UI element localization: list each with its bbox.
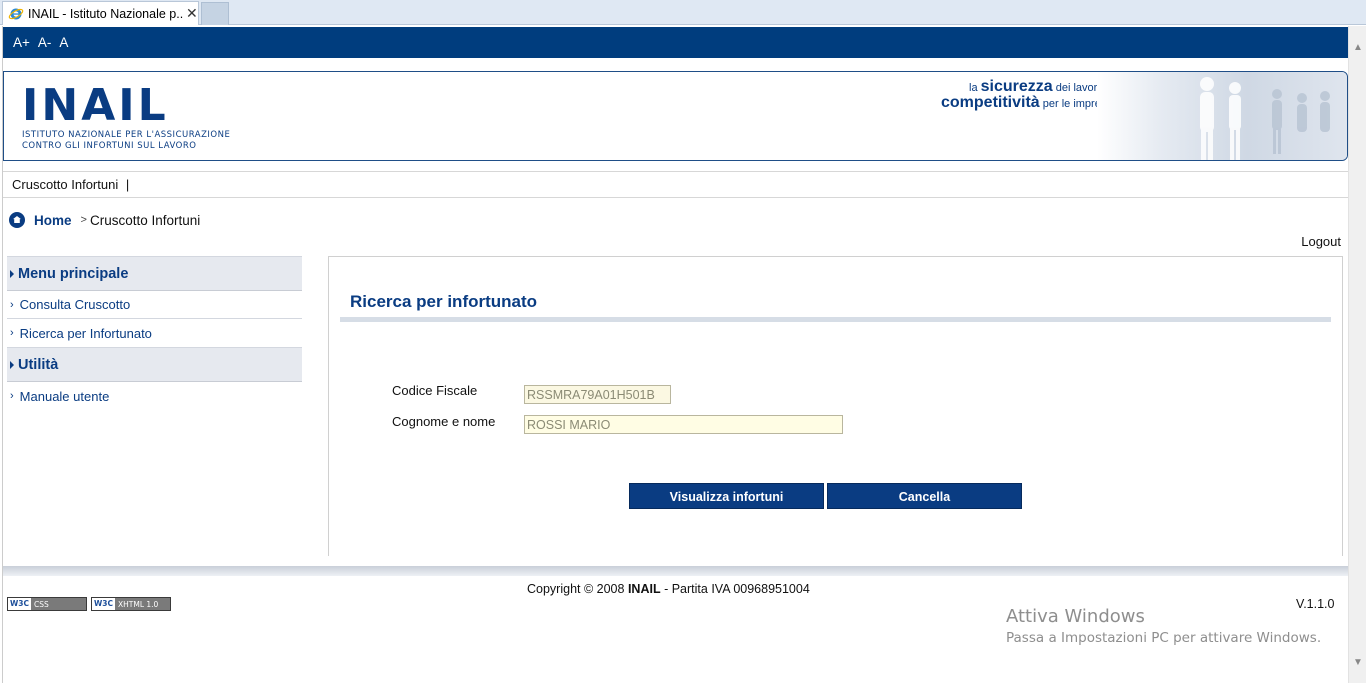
badge-xhtml-label: XHTML 1.0 [118, 599, 159, 609]
nav-separator: | [125, 177, 130, 192]
cancella-button[interactable]: Cancella [827, 483, 1022, 509]
vertical-scrollbar[interactable]: ▲ ▼ [1348, 26, 1366, 683]
scroll-down-icon[interactable]: ▼ [1352, 657, 1364, 669]
breadcrumb-separator: > [80, 214, 87, 226]
badge-css-label: CSS [34, 599, 49, 609]
chevron-right-icon: › [10, 298, 14, 311]
copyright-suffix: - Partita IVA 00968951004 [664, 582, 810, 596]
browser-tab-title: INAIL - Istituto Nazionale p... [28, 6, 184, 21]
footer-bar [3, 566, 1348, 576]
font-decrease-button[interactable]: A- [38, 35, 52, 50]
logo-wordmark: INAIL [22, 80, 169, 131]
sidebar: Menu principale › Consulta Cruscotto › R… [7, 256, 302, 410]
browser-tab-strip: INAIL - Istituto Nazionale p... ✕ [0, 0, 1366, 25]
visualizza-infortuni-button[interactable]: Visualizza infortuni [629, 483, 824, 509]
copyright-brand: INAIL [627, 582, 661, 596]
windows-activation-watermark: Attiva Windows Passa a Impostazioni PC p… [1006, 606, 1321, 646]
sidebar-item-label: Consulta Cruscotto [19, 297, 131, 312]
slogan-competitivita: competitività [941, 94, 1040, 111]
triangle-right-icon [10, 269, 14, 278]
inail-logo[interactable]: INAIL ISTITUTO NAZIONALE PER L'ASSICURAZ… [22, 84, 230, 152]
sidebar-item-consulta-cruscotto[interactable]: › Consulta Cruscotto [7, 291, 302, 319]
site-header: INAIL ISTITUTO NAZIONALE PER L'ASSICURAZ… [3, 71, 1348, 161]
font-increase-button[interactable]: A+ [13, 35, 30, 50]
chevron-right-icon: › [10, 327, 14, 339]
sidebar-item-manuale-utente[interactable]: › Manuale utente [7, 382, 302, 410]
search-panel: Ricerca per infortunato Codice Fiscale C… [328, 256, 1343, 556]
w3c-xhtml-badge[interactable]: W3C XHTML 1.0 [91, 597, 171, 611]
slogan-la: la [969, 82, 978, 94]
home-icon[interactable] [9, 212, 25, 228]
logo-subtitle-line1: ISTITUTO NAZIONALE PER L'ASSICURAZIONE [22, 130, 231, 140]
activation-title: Attiva Windows [1006, 606, 1145, 627]
sidebar-item-label: Ricerca per Infortunato [19, 325, 152, 341]
triangle-right-icon [10, 360, 14, 369]
logout-link[interactable]: Logout [1301, 234, 1341, 249]
chevron-right-icon: › [10, 390, 14, 402]
codice-fiscale-label: Codice Fiscale [392, 383, 478, 398]
sidebar-item-ricerca-infortunato[interactable]: › Ricerca per Infortunato [7, 319, 302, 347]
cognome-nome-label: Cognome e nome [392, 414, 496, 429]
w3c-logo-icon: W3C [92, 598, 115, 610]
codice-fiscale-field[interactable] [524, 385, 671, 404]
copyright-prefix: Copyright © 2008 [527, 582, 625, 596]
sidebar-utilita[interactable]: Utilità [7, 347, 302, 382]
page-title: Ricerca per infortunato [350, 292, 538, 311]
site-nav: Cruscotto Infortuni | [3, 171, 1348, 198]
close-tab-icon[interactable]: ✕ [186, 5, 198, 22]
people-silhouettes-icon [1200, 77, 1330, 160]
copyright: Copyright © 2008 INAIL - Partita IVA 009… [527, 582, 810, 596]
sidebar-item-label: Manuale utente [19, 388, 110, 404]
accessibility-bar: A+ A- A [3, 27, 1348, 58]
w3c-logo-icon: W3C [8, 598, 31, 610]
w3c-css-badge[interactable]: W3C CSS [7, 597, 87, 611]
sidebar-section-title: Menu principale [18, 265, 129, 282]
new-tab-button[interactable] [201, 2, 229, 25]
cognome-nome-field[interactable] [524, 415, 843, 434]
activation-subtitle: Passa a Impostazioni PC per attivare Win… [1006, 630, 1322, 646]
internet-explorer-icon [8, 8, 24, 19]
sidebar-menu-principale[interactable]: Menu principale [7, 256, 302, 291]
breadcrumb: Home > Cruscotto Infortuni [9, 212, 200, 228]
breadcrumb-home-link[interactable]: Home [34, 213, 72, 228]
sidebar-section-title: Utilità [18, 356, 59, 373]
title-divider [340, 317, 1331, 322]
browser-tab[interactable]: INAIL - Istituto Nazionale p... ✕ [2, 1, 199, 25]
breadcrumb-current: Cruscotto Infortuni [89, 212, 201, 228]
slogan-sicurezza: sicurezza [980, 78, 1053, 95]
web-page: A+ A- A INAIL ISTITUTO NAZIONALE PER L'A… [2, 26, 1348, 683]
header-people-image [1097, 72, 1347, 160]
font-reset-button[interactable]: A [59, 35, 68, 50]
logo-subtitle-line2: CONTRO GLI INFORTUNI SUL LAVORO [22, 141, 197, 151]
nav-cruscotto-infortuni[interactable]: Cruscotto Infortuni [12, 177, 118, 192]
scroll-up-icon[interactable]: ▲ [1352, 42, 1364, 54]
